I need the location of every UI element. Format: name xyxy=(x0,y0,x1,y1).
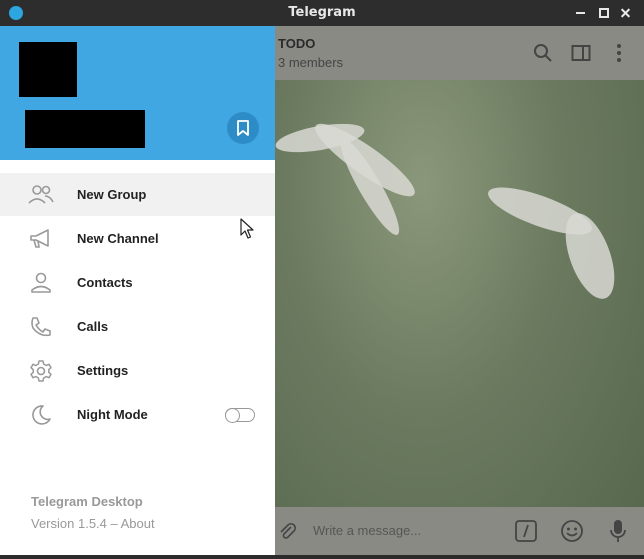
account-name-redacted xyxy=(25,110,145,148)
chat-header: TODO 3 members xyxy=(275,26,644,80)
menu-item-contacts[interactable]: Contacts xyxy=(0,261,275,304)
chat-title[interactable]: TODO xyxy=(278,36,315,51)
minimize-button[interactable] xyxy=(572,4,590,22)
menu-item-new-group[interactable]: New Group xyxy=(0,173,275,216)
mouse-cursor-icon xyxy=(240,218,254,239)
person-icon xyxy=(31,272,51,293)
chat-member-count: 3 members xyxy=(278,55,344,70)
maximize-button[interactable] xyxy=(595,4,613,22)
main-menu-drawer: New Group New Channel Contacts Calls Set… xyxy=(0,26,275,555)
menu-label: New Group xyxy=(77,187,147,202)
avatar[interactable] xyxy=(19,42,77,97)
attach-icon[interactable] xyxy=(277,521,297,541)
emoji-icon[interactable] xyxy=(560,519,584,543)
gear-icon xyxy=(30,360,52,382)
message-input[interactable]: Write a message... xyxy=(313,523,421,538)
window-title: Telegram xyxy=(288,5,356,20)
phone-icon xyxy=(31,317,51,337)
menu-label: Contacts xyxy=(77,275,133,290)
window-titlebar: Telegram xyxy=(0,0,644,26)
close-button[interactable] xyxy=(617,4,635,22)
moon-icon xyxy=(32,405,51,425)
version-about-link[interactable]: Version 1.5.4 – About xyxy=(31,516,155,531)
sidebar-toggle-icon[interactable] xyxy=(571,43,591,63)
menu-label: Calls xyxy=(77,319,109,334)
group-icon xyxy=(28,185,54,204)
menu-item-night-mode[interactable]: Night Mode xyxy=(0,393,275,436)
menu-label: Settings xyxy=(77,363,129,378)
bot-command-icon[interactable] xyxy=(515,520,537,542)
saved-messages-button[interactable] xyxy=(227,112,259,144)
chat-area: TODO 3 members Write a message... xyxy=(275,26,644,555)
bookmark-icon xyxy=(237,120,249,136)
more-options-icon[interactable] xyxy=(609,43,629,63)
menu-item-settings[interactable]: Settings xyxy=(0,349,275,392)
microphone-icon[interactable] xyxy=(608,519,628,543)
app-name-link[interactable]: Telegram Desktop xyxy=(31,494,143,509)
background-petal xyxy=(555,206,625,306)
menu-item-calls[interactable]: Calls xyxy=(0,305,275,348)
menu-label: Night Mode xyxy=(77,407,148,422)
night-mode-toggle[interactable] xyxy=(225,408,255,423)
search-icon[interactable] xyxy=(533,43,553,63)
message-composer: Write a message... xyxy=(275,507,644,555)
drawer-header xyxy=(0,26,275,160)
menu-label: New Channel xyxy=(77,231,159,246)
megaphone-icon xyxy=(30,229,49,248)
menu-item-new-channel[interactable]: New Channel xyxy=(0,217,275,260)
